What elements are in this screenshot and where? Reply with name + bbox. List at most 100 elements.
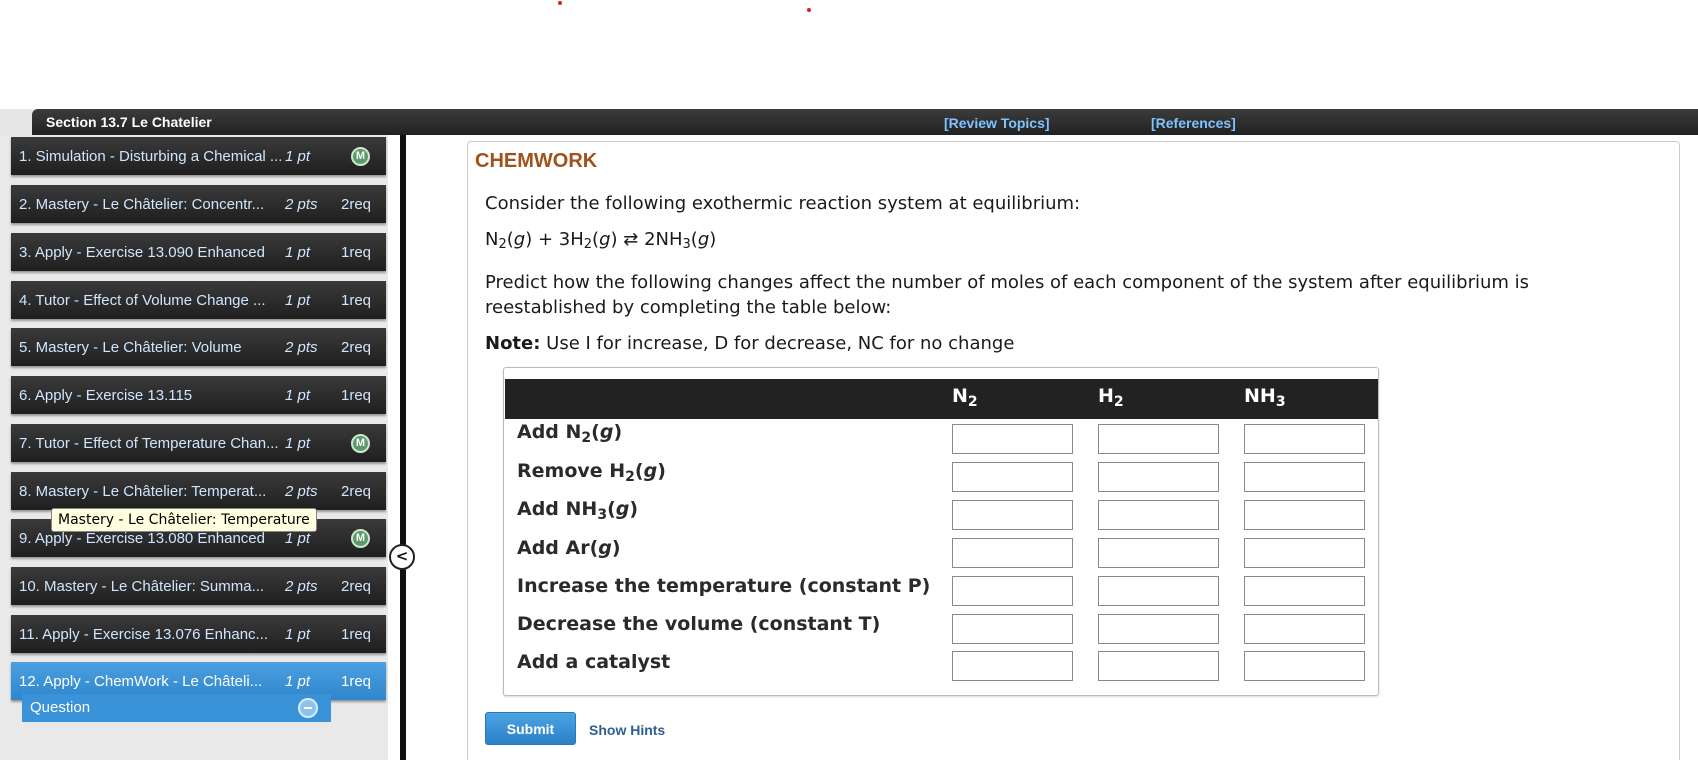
eq-part: (g) ⇄ 2NH — [592, 229, 683, 250]
column-header: H2 — [1098, 385, 1124, 410]
question-requirement: 1req — [341, 673, 372, 690]
answer-input[interactable] — [1244, 576, 1365, 606]
row-label-sub: 3 — [597, 507, 608, 523]
answer-input[interactable] — [1244, 614, 1365, 644]
row-label-text: Add NH — [517, 498, 598, 520]
answer-input[interactable] — [952, 462, 1073, 492]
answer-input[interactable] — [1244, 651, 1365, 681]
question-label: 7. Tutor - Effect of Temperature Chan... — [19, 435, 279, 452]
question-label: 12. Apply - ChemWork - Le Châteli... — [19, 673, 263, 690]
column-header: N2 — [952, 385, 978, 410]
question-label: 2. Mastery - Le Châtelier: Concentr... — [19, 196, 265, 213]
sidebar-question-item[interactable]: 8. Mastery - Le Châtelier: Temperat... 2 … — [11, 472, 386, 510]
answer-input[interactable] — [1098, 538, 1219, 568]
answer-input[interactable] — [1098, 500, 1219, 530]
answer-input[interactable] — [952, 614, 1073, 644]
question-label: 5. Mastery - Le Châtelier: Volume — [19, 339, 242, 356]
sidebar-question-item[interactable]: 5. Mastery - Le Châtelier: Volume 2 pts 2r… — [11, 328, 386, 366]
answer-input[interactable] — [1098, 576, 1219, 606]
row-label-phase: (g) — [634, 460, 666, 482]
eq-sub: 2 — [498, 237, 507, 252]
row-label: Decrease the volume (constant T) — [517, 613, 880, 635]
answer-input[interactable] — [1244, 538, 1365, 568]
question-label: 1. Simulation - Disturbing a Chemical ..… — [19, 148, 283, 165]
row-label-text: Add Ar(g) — [517, 537, 621, 559]
sidebar-question-item[interactable]: 2. Mastery - Le Châtelier: Concentr... 2 … — [11, 185, 386, 223]
sidebar-question-item[interactable]: 1. Simulation - Disturbing a Chemical ..… — [11, 137, 386, 175]
question-requirement: 1req — [341, 292, 372, 309]
question-points: 1 pt — [285, 530, 311, 547]
section-header: Section 13.7 Le Chatelier [Review Topics… — [0, 109, 1698, 135]
answer-input[interactable] — [952, 576, 1073, 606]
mastery-badge-icon: M — [351, 147, 370, 166]
reaction-equation: N2(g) + 3H2(g) ⇄ 2NH3(g) — [485, 229, 716, 252]
question-label: 10. Mastery - Le Châtelier: Summa... — [19, 578, 265, 595]
eq-sub: 3 — [682, 237, 691, 252]
sidebar-question-item[interactable]: 7. Tutor - Effect of Temperature Chan...… — [11, 424, 386, 462]
answer-input[interactable] — [1098, 651, 1219, 681]
answer-input[interactable] — [1244, 500, 1365, 530]
row-label: Increase the temperature (constant P) — [517, 575, 930, 597]
answer-input[interactable] — [952, 538, 1073, 568]
question-points: 2 pts — [285, 483, 318, 500]
question-points: 1 pt — [285, 148, 311, 165]
instructions-text: Predict how the following changes affect… — [485, 272, 1530, 318]
question-points: 1 pt — [285, 387, 311, 404]
row-label-text: Add N — [517, 421, 582, 443]
row-label-sub: 2 — [625, 469, 635, 485]
mastery-badge-icon: M — [351, 529, 370, 548]
answer-input[interactable] — [952, 500, 1073, 530]
minus-circle-icon[interactable] — [298, 698, 318, 718]
red-dot — [558, 1, 562, 5]
question-points: 1 pt — [285, 244, 311, 261]
sidebar-question-item[interactable]: 10. Mastery - Le Châtelier: Summa... 2 pt… — [11, 567, 386, 605]
question-points: 2 pts — [285, 339, 318, 356]
page: Section 13.7 Le Chatelier [Review Topics… — [0, 0, 1698, 760]
row-label-text: Add a catalyst — [517, 651, 671, 673]
question-label: 4. Tutor - Effect of Volume Change ... — [19, 292, 266, 309]
answer-input[interactable] — [952, 651, 1073, 681]
review-topics-link[interactable]: [Review Topics] — [944, 115, 1050, 131]
sidebar-sub-item-question[interactable]: Question — [22, 694, 331, 722]
column-header-sub: 2 — [967, 394, 978, 410]
question-requirement: 2req — [341, 578, 372, 595]
sidebar-question-item[interactable]: 11. Apply - Exercise 13.076 Enhanc... 1 p… — [11, 615, 386, 653]
column-header-base: NH — [1244, 385, 1276, 407]
eq-part: N — [485, 229, 499, 250]
row-label: Remove H2(g) — [517, 460, 666, 485]
sidebar-question-item[interactable]: 4. Tutor - Effect of Volume Change ... 1 … — [11, 281, 386, 319]
red-dot — [807, 8, 811, 12]
sidebar-divider — [400, 135, 406, 760]
references-link[interactable]: [References] — [1151, 115, 1236, 131]
question-points: 2 pts — [285, 578, 318, 595]
question-points: 1 pt — [285, 673, 311, 690]
answer-input[interactable] — [1098, 424, 1219, 454]
sidebar-question-item[interactable]: 6. Apply - Exercise 13.115 1 pt 1req — [11, 376, 386, 414]
row-label-phase: (g) — [591, 421, 623, 443]
question-points: 2 pts — [285, 196, 318, 213]
question-label: 9. Apply - Exercise 13.080 Enhanced — [19, 530, 265, 547]
row-label-text: Remove H — [517, 460, 626, 482]
question-points: 1 pt — [285, 292, 311, 309]
question-points: 1 pt — [285, 626, 311, 643]
row-label-text: Increase the temperature (constant P) — [517, 575, 931, 597]
question-label: 11. Apply - Exercise 13.076 Enhanc... — [19, 626, 269, 643]
row-label: Add Ar(g) — [517, 537, 621, 559]
submit-button[interactable]: Submit — [485, 712, 576, 745]
question-requirement: 2req — [341, 196, 372, 213]
eq-part: (g) — [690, 229, 717, 250]
row-label: Add NH3(g) — [517, 498, 638, 523]
sidebar-question-item[interactable]: 3. Apply - Exercise 13.090 Enhanced 1 pt 1… — [11, 233, 386, 271]
answer-input[interactable] — [1244, 424, 1365, 454]
answer-input[interactable] — [952, 424, 1073, 454]
answer-input[interactable] — [1098, 614, 1219, 644]
eq-sub: 2 — [583, 237, 593, 252]
question-requirement: 2req — [341, 339, 372, 356]
section-title: Section 13.7 Le Chatelier — [46, 114, 212, 130]
collapse-sidebar-button[interactable]: < — [389, 544, 415, 570]
answer-input[interactable] — [1098, 462, 1219, 492]
row-label-text: Decrease the volume (constant T) — [517, 613, 881, 635]
show-hints-link[interactable]: Show Hints — [589, 722, 665, 738]
row-label-sub: 2 — [581, 430, 592, 446]
answer-input[interactable] — [1244, 462, 1365, 492]
